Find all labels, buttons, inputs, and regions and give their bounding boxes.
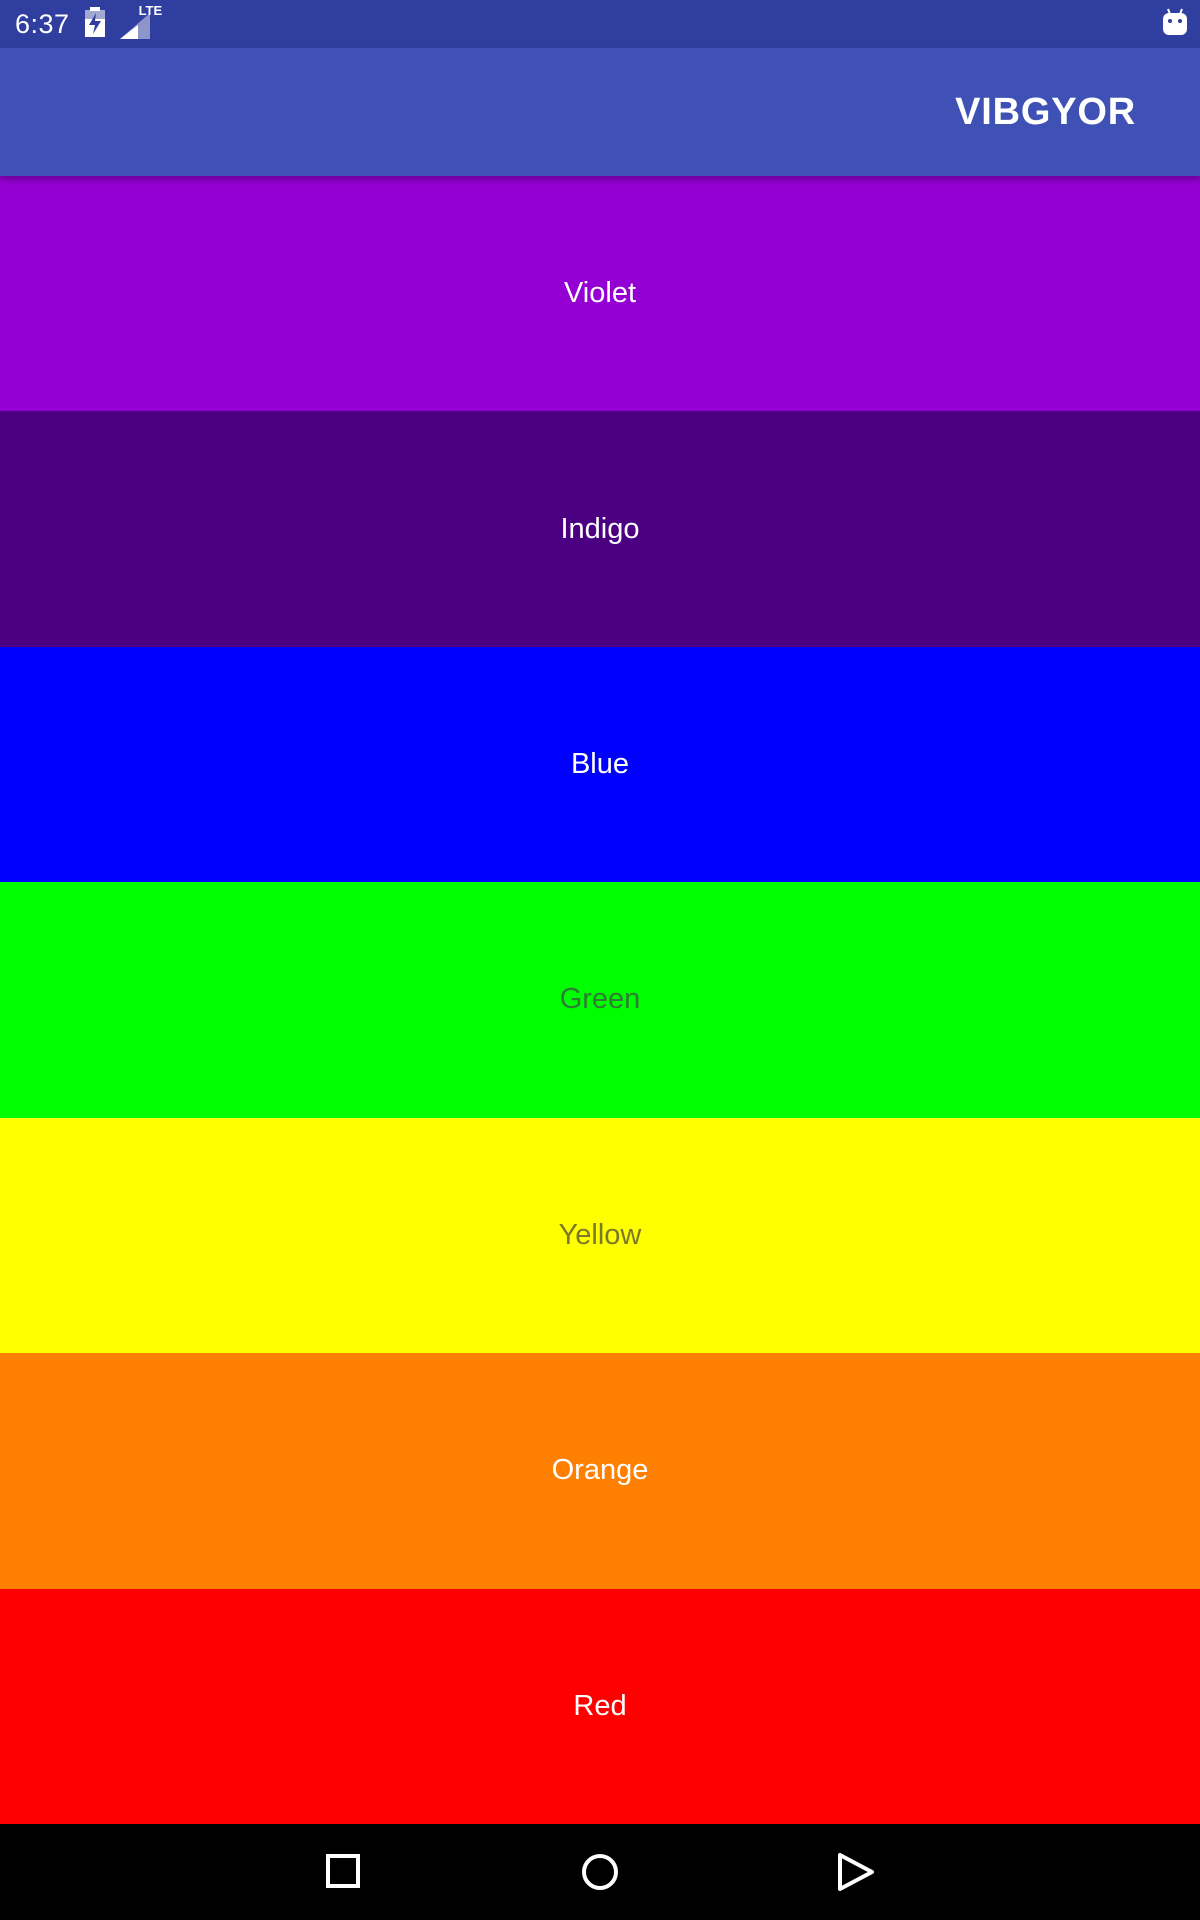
lte-label: LTE: [138, 3, 163, 18]
color-list: Violet Indigo Blue Green Yellow Orange R…: [0, 176, 1200, 1824]
color-label: Green: [559, 983, 641, 1016]
app-bar: VIBGYOR: [0, 48, 1200, 176]
color-row-red[interactable]: Red: [0, 1588, 1200, 1824]
color-row-orange[interactable]: Orange: [0, 1353, 1200, 1589]
recents-square-icon[interactable]: [324, 1852, 364, 1892]
color-label: Orange: [551, 1454, 649, 1487]
color-label: Red: [573, 1689, 627, 1722]
back-triangle-icon[interactable]: [836, 1852, 876, 1892]
color-row-yellow[interactable]: Yellow: [0, 1117, 1200, 1354]
color-row-blue[interactable]: Blue: [0, 646, 1200, 883]
color-label: Blue: [570, 748, 630, 781]
signal-lte-icon: LTE: [119, 3, 162, 39]
color-label: Violet: [563, 277, 637, 310]
color-row-violet[interactable]: Violet: [0, 176, 1200, 412]
vibgyor-menu-action[interactable]: VIBGYOR: [955, 48, 1136, 176]
color-row-indigo[interactable]: Indigo: [0, 411, 1200, 647]
status-bar: 6:37 LTE: [0, 0, 1200, 48]
navigation-bar: [0, 1824, 1200, 1920]
battery-charging-icon: [84, 6, 106, 42]
status-icons: LTE: [84, 3, 162, 42]
home-circle-icon[interactable]: [580, 1852, 620, 1892]
color-row-green[interactable]: Green: [0, 882, 1200, 1118]
status-time: 6:37: [15, 8, 70, 39]
color-label: Yellow: [558, 1218, 642, 1251]
android-debug-icon: [1162, 8, 1188, 41]
color-label: Indigo: [560, 512, 640, 545]
